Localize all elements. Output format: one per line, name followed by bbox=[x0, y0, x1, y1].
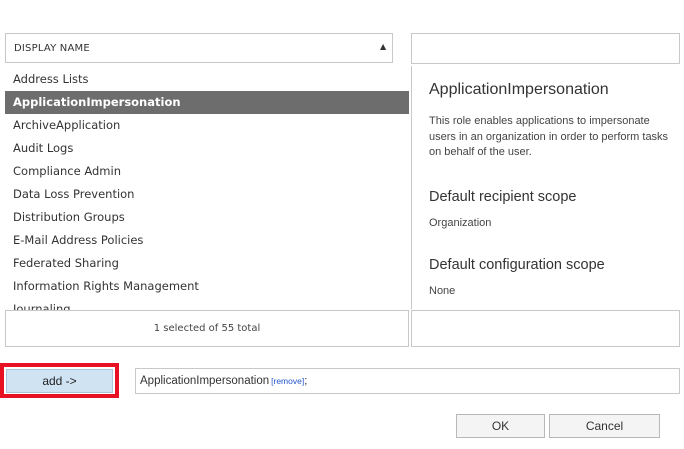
list-item[interactable]: Distribution Groups bbox=[5, 206, 409, 229]
selected-roles-field[interactable]: ApplicationImpersonation [remove]; bbox=[135, 368, 680, 394]
ok-button[interactable]: OK bbox=[456, 414, 545, 438]
list-item[interactable]: Journaling bbox=[5, 298, 409, 310]
selection-status-bar: 1 selected of 55 total bbox=[5, 310, 409, 347]
details-description: This role enables applications to impers… bbox=[429, 115, 669, 158]
remove-link[interactable]: [remove] bbox=[271, 376, 304, 386]
recipient-scope-value: Organization bbox=[429, 217, 492, 229]
list-item[interactable]: Federated Sharing bbox=[5, 252, 409, 275]
list-item-selected[interactable]: ApplicationImpersonation bbox=[5, 91, 409, 114]
list-item[interactable]: Information Rights Management bbox=[5, 275, 409, 298]
details-pane: ApplicationImpersonation This role enabl… bbox=[411, 66, 680, 309]
list-item[interactable]: ArchiveApplication bbox=[5, 114, 409, 137]
list-item[interactable]: Audit Logs bbox=[5, 137, 409, 160]
add-button[interactable]: add -> bbox=[6, 369, 113, 393]
list-column-header[interactable]: DISPLAY NAME ▲ bbox=[5, 33, 393, 63]
recipient-scope-heading: Default recipient scope bbox=[429, 189, 577, 205]
item-separator: ; bbox=[304, 375, 308, 387]
config-scope-heading: Default configuration scope bbox=[429, 257, 605, 273]
config-scope-value: None bbox=[429, 285, 456, 297]
list-item[interactable]: Compliance Admin bbox=[5, 160, 409, 183]
selected-role-item: ApplicationImpersonation bbox=[140, 375, 270, 387]
list-item[interactable]: Data Loss Prevention bbox=[5, 183, 409, 206]
selection-count-text: 1 selected of 55 total bbox=[153, 323, 261, 334]
search-input[interactable] bbox=[411, 33, 680, 64]
list-item[interactable]: Address Lists bbox=[5, 68, 409, 91]
sort-ascending-icon[interactable]: ▲ bbox=[380, 42, 386, 51]
list-item[interactable]: E-Mail Address Policies bbox=[5, 229, 409, 252]
column-header-label: DISPLAY NAME bbox=[14, 43, 90, 54]
details-footer bbox=[411, 310, 680, 347]
cancel-button[interactable]: Cancel bbox=[549, 414, 660, 438]
role-list: Address Lists ApplicationImpersonation A… bbox=[5, 68, 409, 310]
details-title: ApplicationImpersonation bbox=[429, 81, 609, 98]
